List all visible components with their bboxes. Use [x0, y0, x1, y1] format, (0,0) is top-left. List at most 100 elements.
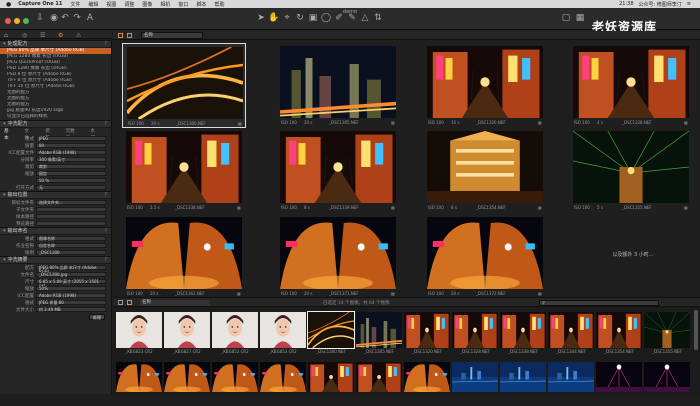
- field-value[interactable]: 无: [36, 185, 106, 190]
- field-value[interactable]: [36, 214, 106, 219]
- thumbnail[interactable]: ISO 100 8 s _DSC1354.NEF ▦: [423, 128, 547, 213]
- help-icon[interactable]: ?: [104, 192, 107, 199]
- help-icon[interactable]: ?: [104, 228, 107, 235]
- menu-list-icon[interactable]: ≡: [687, 1, 691, 7]
- thumb-menu-icon[interactable]: ▦: [684, 205, 688, 210]
- gradient-tool-icon[interactable]: △: [359, 13, 371, 23]
- thumbnail[interactable]: ISO 100 20 s _DSC1300.NEF ▦: [122, 43, 246, 128]
- field-value[interactable]: 选择文件夹...: [36, 200, 106, 205]
- thumbnail[interactable]: ISO 100 4 s _DSC1328.NEF ▦: [569, 43, 693, 128]
- sort-select[interactable]: 名称: [140, 300, 210, 306]
- menu-window[interactable]: 窗口: [178, 1, 188, 8]
- tab-basic[interactable]: 基本: [4, 128, 13, 141]
- field-value[interactable]: 50%: [36, 286, 106, 291]
- filmstrip-thumbnail[interactable]: _DSC1354.NEF: [596, 310, 642, 356]
- list-view-icon[interactable]: [127, 33, 132, 38]
- field-value[interactable]: _DSC1300.jpg: [36, 272, 106, 277]
- field-value[interactable]: 图像名称: [36, 236, 106, 241]
- field-value[interactable]: 50 %: [36, 178, 106, 183]
- menu-view[interactable]: 视图: [106, 1, 116, 8]
- filmstrip-thumbnail[interactable]: [308, 360, 354, 406]
- thumb-menu-icon[interactable]: ▦: [391, 205, 395, 210]
- tab-metadata[interactable]: 元数据: [66, 128, 79, 141]
- menu-edit[interactable]: 编辑: [88, 1, 98, 8]
- field-value[interactable]: JPEG 80% 品质 本尺寸 (Adobe RGB): [36, 265, 106, 274]
- thumb-menu-icon[interactable]: ▦: [391, 291, 395, 296]
- field-value[interactable]: Adobe RGB (1998): [36, 150, 106, 155]
- thumb-menu-icon[interactable]: ▦: [684, 120, 688, 125]
- menu-image[interactable]: 图像: [142, 1, 152, 8]
- filmstrip-thumbnail[interactable]: [164, 360, 210, 406]
- tab-watermark[interactable]: 水印: [90, 128, 99, 141]
- redo-icon[interactable]: ↷: [71, 13, 83, 23]
- copy-apply-icon[interactable]: ⇅: [372, 13, 384, 23]
- thumb-menu-icon[interactable]: ▦: [538, 205, 542, 210]
- field-value[interactable]: JPEG 质量 80: [36, 300, 106, 305]
- field-value[interactable]: 约 2.49 MB: [36, 307, 106, 312]
- filmstrip-thumbnail[interactable]: [260, 360, 306, 406]
- filmstrip-thumbnail[interactable]: _DSC1344.NEF: [548, 310, 594, 356]
- thumb-menu-icon[interactable]: ▦: [391, 120, 395, 125]
- keystone-tool-icon[interactable]: ▣: [307, 13, 319, 23]
- field-value[interactable]: 自定名称: [36, 243, 106, 248]
- menu-file[interactable]: 文件: [70, 1, 80, 8]
- spot-tool-icon[interactable]: ◯: [320, 13, 332, 23]
- pointer-tool-icon[interactable]: ➤: [255, 13, 267, 23]
- apple-menu-icon[interactable]: ●: [6, 1, 11, 8]
- thumb-menu-icon[interactable]: ▦: [538, 291, 542, 296]
- tab-adjust[interactable]: 调整: [45, 128, 54, 141]
- grid-toggle-icon[interactable]: ▦: [574, 13, 586, 23]
- filmstrip-scrollbar[interactable]: [694, 310, 698, 350]
- field-value[interactable]: 80: [36, 143, 106, 148]
- tab-capture-icon[interactable]: ◎: [22, 32, 27, 39]
- help-icon[interactable]: ?: [104, 41, 107, 48]
- field-value[interactable]: 300 像素/英寸: [36, 157, 106, 162]
- brush-tool-icon[interactable]: ✐: [333, 13, 345, 23]
- section-header-output-location[interactable]: ▾ 输出位置?: [0, 191, 111, 199]
- menu-script[interactable]: 脚本: [196, 1, 206, 8]
- thumbnail[interactable]: ISO 100 8 s _DSC1339.NEF ▦: [276, 128, 400, 213]
- filmstrip-thumbnail[interactable]: [212, 360, 258, 406]
- thumbnail[interactable]: ISO 100 2.5 s _DSC1338.NEF ▦: [122, 128, 246, 213]
- tab-library-icon[interactable]: ⌂: [4, 32, 8, 39]
- menu-adjust[interactable]: 调整: [124, 1, 134, 8]
- field-value[interactable]: [36, 221, 106, 226]
- section-header-process-recipe[interactable]: ▾ 冲洗配方?: [0, 120, 111, 128]
- tab-lens-icon[interactable]: ☰: [40, 32, 45, 39]
- strip-grid-icon[interactable]: [118, 300, 123, 305]
- import-icon[interactable]: ⇩: [34, 13, 46, 23]
- filmstrip-thumbnail[interactable]: [452, 360, 498, 406]
- tab-file[interactable]: 文件: [25, 128, 34, 141]
- thumbnail[interactable]: ISO 100 20 s _DSC1372.NEF ▦: [423, 214, 547, 299]
- filmstrip-thumbnail[interactable]: _DSC1338.NEF: [500, 310, 546, 356]
- close-window-button[interactable]: [5, 18, 11, 24]
- field-value[interactable]: JPEG: [36, 136, 106, 141]
- filmstrip-thumbnail[interactable]: _DSC1305.NEF: [356, 310, 402, 356]
- filmstrip-thumbnail[interactable]: [500, 360, 546, 406]
- filmstrip-search-input[interactable]: ⚲: [539, 300, 659, 306]
- strip-list-icon[interactable]: [127, 300, 132, 305]
- text-tool-icon[interactable]: A: [84, 13, 96, 23]
- filmstrip-thumbnail[interactable]: _KBG827.CR2: [164, 310, 210, 356]
- process-button[interactable]: 处理: [89, 314, 105, 320]
- thumbnail[interactable]: ISO 100 20 s _DSC1362.NEF ▦: [122, 214, 246, 299]
- field-value[interactable]: [36, 207, 106, 212]
- filmstrip-thumbnail[interactable]: _DSC1300.NEF: [307, 310, 355, 356]
- menu-camera[interactable]: 相机: [160, 1, 170, 8]
- help-icon[interactable]: ?: [104, 257, 107, 264]
- tab-output-icon[interactable]: ⚙: [58, 32, 63, 39]
- filmstrip-thumbnail[interactable]: [596, 360, 642, 406]
- field-value[interactable]: _DSC1300: [36, 250, 106, 255]
- thumbnail[interactable]: ISO 100 20 s _DSC1305.NEF ▦: [276, 43, 400, 128]
- thumb-menu-icon[interactable]: ▦: [238, 121, 242, 126]
- filmstrip-thumbnail[interactable]: [116, 360, 162, 406]
- thumb-menu-icon[interactable]: ▦: [538, 120, 542, 125]
- filmstrip-thumbnail[interactable]: _KBG852.CR2: [212, 310, 258, 356]
- thumbnail[interactable]: ISO 100 20 s _DSC1371.NEF ▦: [276, 214, 400, 299]
- filmstrip-thumbnail[interactable]: _DSC1328.NEF: [452, 310, 498, 356]
- filmstrip-thumbnail[interactable]: [644, 360, 690, 406]
- filmstrip-thumbnail[interactable]: _DSC1320.NEF: [404, 310, 450, 356]
- filmstrip-thumbnail[interactable]: [548, 360, 594, 406]
- filmstrip-thumbnail[interactable]: _KBG853.CR2: [260, 310, 306, 356]
- grid-view-icon[interactable]: [118, 33, 123, 38]
